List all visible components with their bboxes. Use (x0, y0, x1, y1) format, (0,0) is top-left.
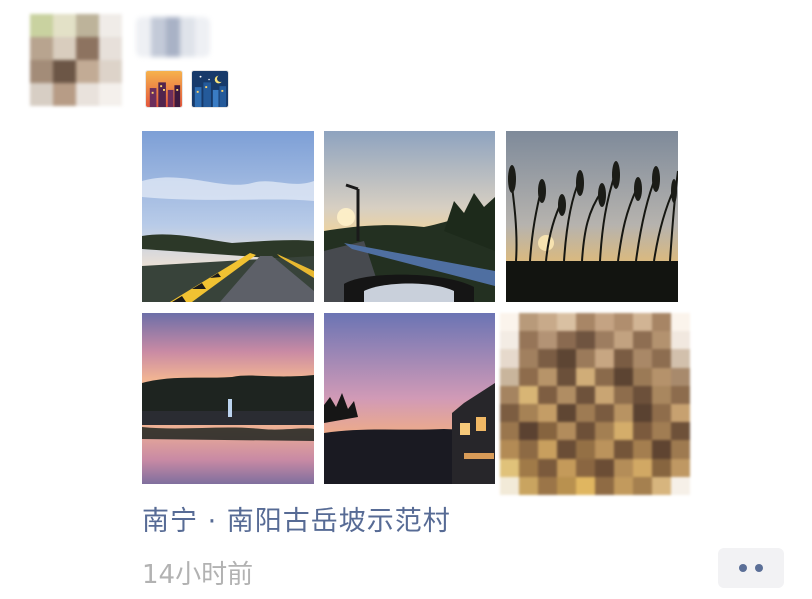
photo-pink-sky-reflection[interactable] (142, 313, 314, 484)
more-dot-icon (739, 564, 747, 572)
photo-pixelated[interactable] (500, 313, 690, 495)
photo-streetlamp-road[interactable] (324, 131, 495, 302)
more-options-button[interactable] (718, 548, 784, 588)
sunset-city-emoji (145, 70, 183, 108)
nickname-blurred[interactable] (136, 17, 210, 57)
night-city-emoji (191, 70, 229, 108)
avatar[interactable] (30, 14, 122, 106)
post-time: 14小时前 (142, 560, 254, 590)
more-dot-icon (755, 564, 763, 572)
photo-reeds-silhouette[interactable] (506, 131, 678, 302)
location-link[interactable]: 南宁 · 南阳古岳坡示范村 (142, 499, 451, 538)
photo-bridge-road[interactable] (142, 131, 314, 302)
photo-house-sunset[interactable] (324, 313, 495, 484)
